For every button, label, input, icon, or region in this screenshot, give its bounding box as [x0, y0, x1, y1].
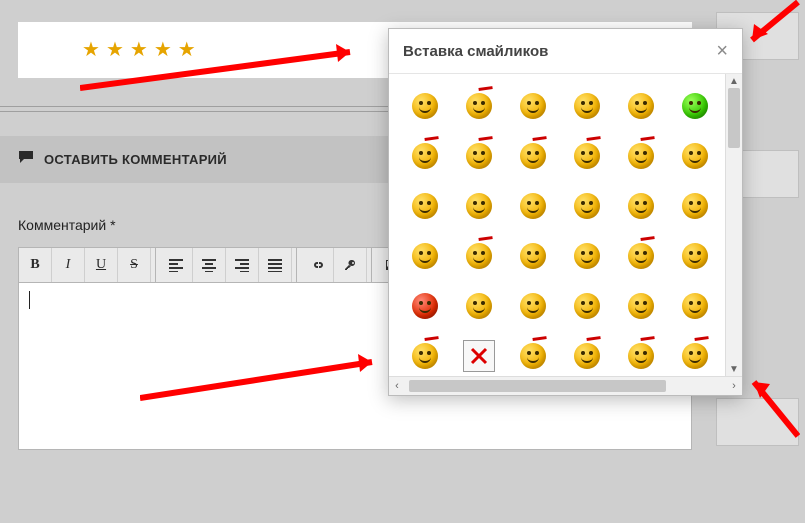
smiley-hair7[interactable]: [403, 334, 447, 376]
smiley-twin[interactable]: [619, 284, 663, 328]
star-icon[interactable]: ★: [130, 40, 148, 60]
smiley-kiss[interactable]: [619, 84, 663, 128]
smiley-dizzy[interactable]: [403, 134, 447, 178]
smiley-popup: Вставка смайликов × ▲ ▼ ‹ ›: [388, 28, 743, 396]
smiley-ghost[interactable]: [565, 284, 609, 328]
star-icon[interactable]: ★: [154, 40, 172, 60]
align-left-button[interactable]: [160, 248, 193, 282]
smiley-hair4[interactable]: [619, 134, 663, 178]
smiley-tongue[interactable]: [511, 134, 555, 178]
smiley-hair11[interactable]: [673, 334, 717, 376]
vertical-scrollbar[interactable]: ▲ ▼: [725, 74, 742, 376]
link-button[interactable]: [301, 248, 334, 282]
italic-button[interactable]: I: [52, 248, 85, 282]
smiley-point[interactable]: [511, 234, 555, 278]
smiley-hair9[interactable]: [565, 334, 609, 376]
smiley-hair5[interactable]: [457, 234, 501, 278]
smiley-happy[interactable]: [511, 284, 555, 328]
smiley-pair[interactable]: [457, 284, 501, 328]
smiley-hair6[interactable]: [619, 234, 663, 278]
smiley-side[interactable]: [673, 134, 717, 178]
smiley-grin[interactable]: [457, 184, 501, 228]
smiley-flag[interactable]: [511, 184, 555, 228]
align-center-button[interactable]: [193, 248, 226, 282]
popup-title: Вставка смайликов: [403, 43, 548, 60]
smiley-sad[interactable]: [619, 184, 663, 228]
star-icon[interactable]: ★: [106, 40, 124, 60]
smiley-hair3[interactable]: [565, 134, 609, 178]
align-right-button[interactable]: [226, 248, 259, 282]
leave-comment-label: ОСТАВИТЬ КОММЕНТАРИЙ: [44, 152, 227, 167]
key-button[interactable]: [334, 248, 367, 282]
smiley-angry[interactable]: [457, 84, 501, 128]
smiley-cool[interactable]: [565, 184, 609, 228]
smiley-big[interactable]: [403, 184, 447, 228]
smiley-cross[interactable]: [457, 334, 501, 376]
smiley-mad[interactable]: [673, 184, 717, 228]
smiley-grid: [403, 84, 728, 376]
smiley-thumbs[interactable]: [565, 84, 609, 128]
star-icon[interactable]: ★: [82, 40, 100, 60]
strike-button[interactable]: S: [118, 248, 151, 282]
underline-button[interactable]: U: [85, 248, 118, 282]
star-icon[interactable]: ★: [178, 40, 196, 60]
smiley-surprise[interactable]: [403, 234, 447, 278]
close-icon[interactable]: ×: [716, 41, 728, 61]
comment-icon: [18, 150, 34, 169]
smiley-green[interactable]: [673, 84, 717, 128]
bold-button[interactable]: B: [19, 248, 52, 282]
horizontal-scrollbar[interactable]: ‹ ›: [389, 376, 742, 395]
sidebar-box: [716, 398, 799, 446]
align-justify-button[interactable]: [259, 248, 292, 282]
smiley-laugh[interactable]: [511, 84, 555, 128]
smiley-wave[interactable]: [565, 234, 609, 278]
smiley-hair10[interactable]: [619, 334, 663, 376]
smiley-sleep[interactable]: [673, 234, 717, 278]
smiley-fly[interactable]: [673, 284, 717, 328]
smiley-hair2[interactable]: [457, 134, 501, 178]
smiley-smile[interactable]: [403, 84, 447, 128]
smiley-devil[interactable]: [403, 284, 447, 328]
smiley-hair8[interactable]: [511, 334, 555, 376]
